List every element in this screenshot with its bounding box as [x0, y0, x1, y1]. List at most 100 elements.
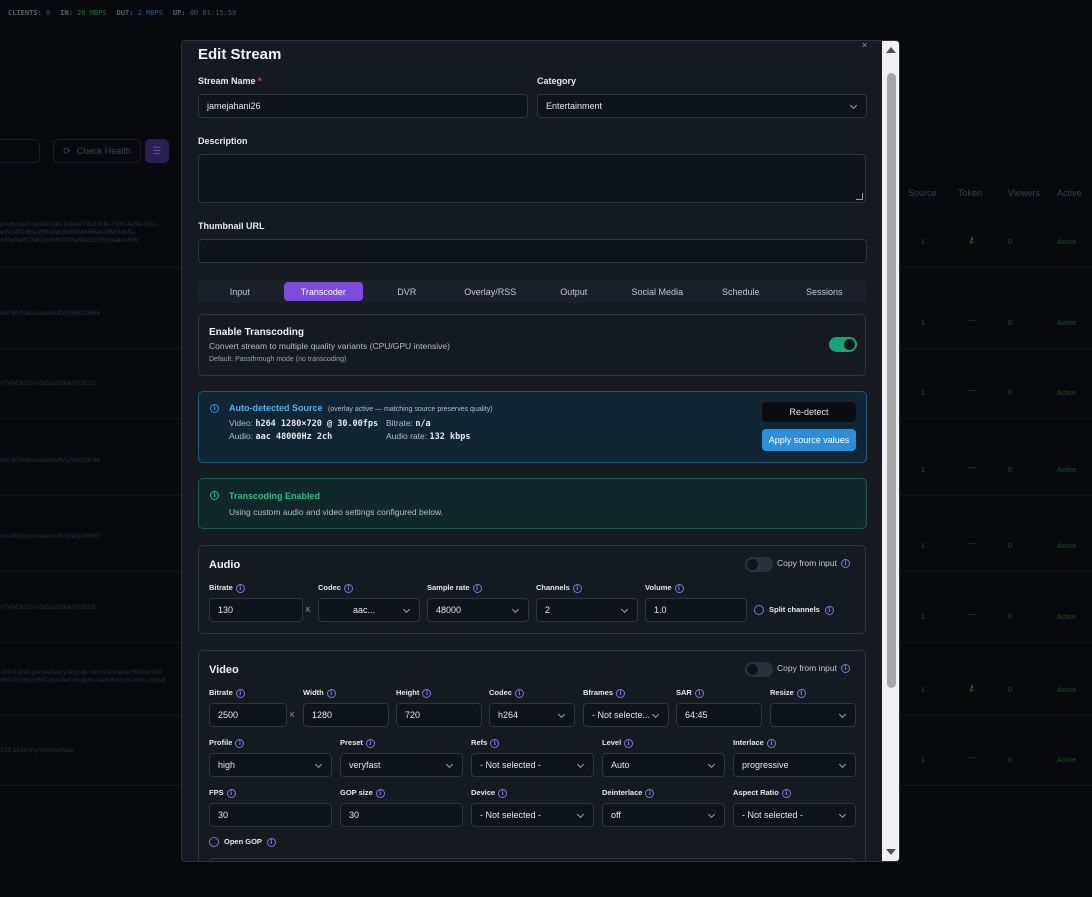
tab-transcoder[interactable]: Transcoder — [283, 282, 363, 301]
tab-input[interactable]: Input — [200, 282, 280, 301]
redetect-button[interactable]: Re-detect — [762, 402, 856, 422]
stream-url-line: live:80/fvbossea/lwuifVj1Wy/36865 — [0, 533, 101, 540]
stream-name-input[interactable]: jamejahani26 — [198, 94, 528, 118]
audio-copy-toggle[interactable] — [745, 557, 773, 572]
category-select[interactable]: Entertainment — [537, 94, 867, 118]
video-height-input[interactable]: 720 — [396, 703, 482, 727]
video-device-label: Device i — [471, 788, 508, 798]
open-gop-option[interactable]: Open GOP i — [209, 837, 276, 848]
row-viewers: 0 — [1008, 543, 1012, 550]
video-level-select[interactable]: Auto — [602, 753, 725, 777]
thumbnail-url-input[interactable] — [198, 239, 867, 263]
video-preset-select[interactable]: veryfast — [340, 753, 463, 777]
stream-url-line: live:80/fvbossea/lwuifVj1Wy/20668 — [0, 310, 101, 317]
audio-codec-select[interactable]: aac... — [318, 598, 420, 622]
video-height-label: Height i — [396, 688, 432, 698]
row-source: 1 — [921, 687, 925, 694]
info-icon: i — [674, 583, 684, 593]
description-textarea[interactable] — [198, 154, 866, 203]
video-aspect-ratio-select[interactable]: - Not selected - — [733, 803, 856, 827]
tab-social-media[interactable]: Social Media — [618, 282, 698, 301]
scroll-up-arrow-icon[interactable] — [886, 47, 896, 53]
stream-url-line: 4d3y9a0f23d03deb6f2f00a6fa2937f9pba4ec8d… — [0, 237, 139, 244]
video-sar-label: SAR i — [676, 688, 704, 698]
video-profile-select[interactable]: high — [209, 753, 332, 777]
video-copy-label: Copy from input i — [777, 663, 850, 674]
video-deinterlace-select[interactable]: off — [602, 803, 725, 827]
info-icon: i — [235, 583, 245, 593]
video-gop-size-label: GOP size i — [340, 788, 385, 798]
close-icon: × — [862, 41, 868, 50]
tab-bar: Input Transcoder DVR Overlay/RSS Output Socia… — [198, 280, 866, 303]
resize-grip-icon[interactable] — [856, 193, 863, 200]
video-codec-select[interactable]: h264 — [489, 703, 575, 727]
scroll-thumb[interactable] — [887, 73, 896, 688]
tab-output[interactable]: Output — [534, 282, 614, 301]
audio-volume-input[interactable]: 1.0 — [645, 598, 747, 622]
video-width-input[interactable]: 1280 — [303, 703, 389, 727]
stream-url-line: 238:1935/mymedios/live1 — [0, 747, 74, 754]
enable-transcoding-subtitle: Convert stream to multiple quality varia… — [209, 341, 450, 351]
video-bitrate-input[interactable]: 2500 — [209, 703, 287, 727]
row-source: 1 — [921, 467, 925, 474]
audio-sample-rate-select[interactable]: 48000 — [427, 598, 529, 622]
video-device-select[interactable]: - Not selected - — [471, 803, 594, 827]
video-bframes-select[interactable]: - Not selecte... — [583, 703, 669, 727]
audio-title: Audio — [209, 559, 241, 571]
tab-dvr[interactable]: DVR — [367, 282, 447, 301]
info-icon: i — [266, 837, 276, 847]
video-resize-select[interactable] — [770, 703, 856, 727]
modal-content: × Edit Stream Stream Name * jamejahani26… — [182, 41, 882, 861]
stream-url-line: live:80/fvbossea/lwuifVj1Wy/18048 — [0, 457, 101, 464]
open-gop-radio[interactable] — [209, 837, 219, 848]
check-health-button[interactable]: ⟳ Check Health — [53, 139, 141, 163]
transcoding-enabled-title: Transcoding Enabled — [229, 491, 321, 501]
tab-sessions[interactable]: Sessions — [785, 282, 865, 301]
row-viewers: 0 — [1008, 239, 1012, 246]
info-icon: i — [210, 491, 219, 500]
key-icon: ⚷ — [968, 235, 975, 245]
stream-url: live:80/fvbossea/lwuifVj1Wy/36865 — [0, 533, 100, 541]
scroll-down-arrow-icon[interactable] — [886, 849, 896, 855]
bg-search-input[interactable] — [0, 139, 40, 163]
audio-codec-label: Codec i — [318, 583, 353, 593]
edit-stream-modal: × Edit Stream Stream Name * jamejahani26… — [181, 40, 900, 862]
audio-bitrate-unit: K — [306, 607, 311, 614]
apply-source-values-button[interactable]: Apply source values — [762, 429, 856, 451]
info-icon: i — [472, 583, 482, 593]
info-icon: i — [210, 404, 219, 413]
stream-url-line: -1ns0-pod-gmcdelivery.skycdp.com/v1/mast… — [0, 669, 163, 676]
modal-scrollbar[interactable] — [882, 41, 899, 861]
next-section-edge — [209, 858, 855, 861]
info-icon: i — [694, 688, 704, 698]
split-channels-radio[interactable] — [754, 605, 764, 616]
row-active-status: Active — [1057, 614, 1077, 621]
video-gop-size-input[interactable]: 30 — [340, 803, 463, 827]
video-fps-input[interactable]: 30 — [209, 803, 332, 827]
stream-url: 238:1935/mymedios/live1 — [0, 747, 74, 755]
stream-url: live:80/fvbossea/lwuifVj1Wy/20668 — [0, 310, 100, 318]
video-copy-toggle[interactable] — [745, 662, 773, 677]
video-interlace-select[interactable]: progressive — [733, 753, 856, 777]
list-menu-button[interactable]: ☰ — [145, 139, 169, 163]
stream-url: live:80/fvbossea/lwuifVj1Wy/18048 — [0, 457, 100, 465]
video-refs-select[interactable]: - Not selected - — [471, 753, 594, 777]
row-viewers: 0 — [1008, 467, 1012, 474]
enable-transcoding-toggle[interactable] — [829, 337, 857, 352]
row-token: — — [968, 316, 976, 325]
audio-bitrate-input[interactable]: 130 — [209, 598, 303, 622]
info-icon: i — [616, 688, 626, 698]
stream-url-line: a/3c18f1f65a2ffbd3dc8b69feb9b6ae0f6d9eb5… — [0, 229, 135, 236]
row-token: — — [968, 753, 976, 762]
row-active-status: Active — [1057, 757, 1077, 764]
video-sar-input[interactable]: 64:45 — [676, 703, 762, 727]
stream-url: -1ns0-pod-gmcdelivery.skycdp.com/v1/mast… — [0, 669, 165, 685]
row-viewers: 0 — [1008, 687, 1012, 694]
detected-audio-rate: Audio rate: 132 kbps — [386, 431, 471, 442]
audio-channels-select[interactable]: 2 — [536, 598, 638, 622]
stream-url-line: 0d41838c/2056f2mrv9ecmsgorn-merkdulor.ni… — [0, 677, 166, 684]
split-channels-option[interactable]: Split channels i — [754, 605, 834, 616]
close-button[interactable]: × — [862, 41, 867, 50]
tab-schedule[interactable]: Schedule — [701, 282, 781, 301]
tab-overlay-rss[interactable]: Overlay/RSS — [451, 282, 531, 301]
